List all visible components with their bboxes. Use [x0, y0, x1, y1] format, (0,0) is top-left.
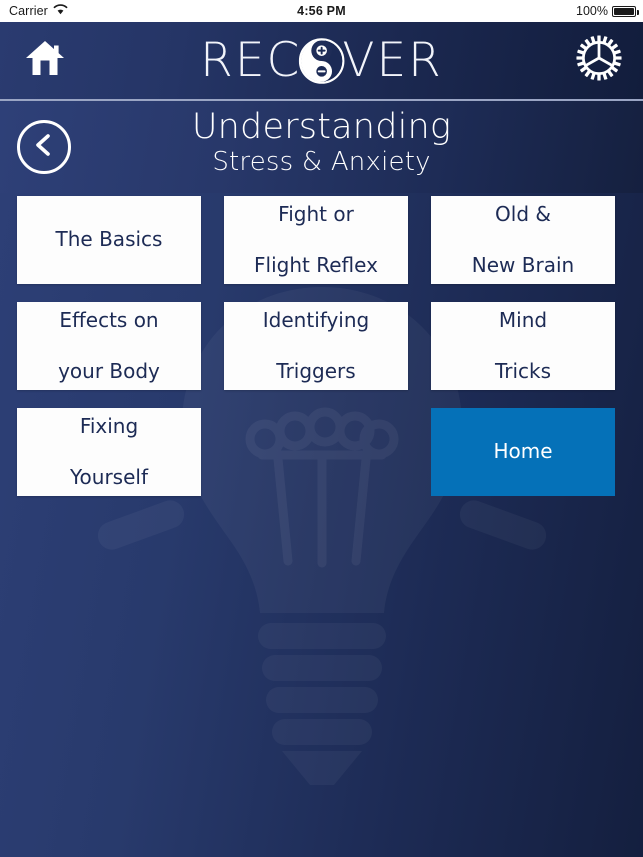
- app-logo: REC VER: [200, 32, 443, 90]
- menu-tile-empty-slot: [224, 408, 408, 496]
- home-icon: [24, 38, 66, 83]
- menu-tile-old-and-new-brain[interactable]: Old & New Brain: [431, 196, 615, 284]
- tile-line-1: Fixing: [79, 413, 139, 438]
- tile-line-1: Fight or: [278, 201, 354, 226]
- settings-button[interactable]: [575, 35, 623, 86]
- menu-tile-fight-or-flight-reflex[interactable]: Fight or Flight Reflex: [224, 196, 408, 284]
- home-icon-button[interactable]: [22, 39, 68, 83]
- menu-tile-the-basics[interactable]: The Basics: [17, 196, 201, 284]
- gear-icon: [576, 35, 622, 86]
- page-title: Understanding: [191, 107, 452, 147]
- logo-text-suffix: VER: [342, 33, 443, 88]
- tile-line-1: Mind: [498, 307, 548, 332]
- logo-text-prefix: REC: [200, 33, 302, 88]
- page-content: The Basics Fight or Flight Reflex Old & …: [0, 193, 643, 857]
- tile-line-1: Identifying: [262, 307, 370, 332]
- tile-line-1: Effects on: [59, 307, 159, 332]
- battery-percent-label: 100%: [576, 4, 608, 18]
- tile-line-2: Yourself: [69, 464, 149, 489]
- menu-tile-fixing-yourself[interactable]: Fixing Yourself: [17, 408, 201, 496]
- tile-line-2: Tricks: [494, 358, 552, 383]
- tile-line-2: your Body: [58, 358, 160, 383]
- menu-tile-mind-tricks[interactable]: Mind Tricks: [431, 302, 615, 390]
- tile-line-2: New Brain: [471, 252, 575, 277]
- yin-yang-plus-minus-icon: [298, 37, 345, 84]
- status-bar-right: 100%: [576, 4, 639, 18]
- menu-tile-home[interactable]: Home: [431, 408, 615, 496]
- page-subtitle: Stress & Anxiety: [212, 147, 431, 178]
- menu-tile-effects-on-your-body[interactable]: Effects on your Body: [17, 302, 201, 390]
- battery-full-icon: [612, 5, 639, 17]
- page-header: Understanding Stress & Anxiety: [0, 101, 643, 193]
- ios-status-bar: Carrier 4:56 PM 100%: [0, 0, 643, 22]
- page-title-block: Understanding Stress & Anxiety: [0, 107, 643, 177]
- menu-tile-identifying-triggers[interactable]: Identifying Triggers: [224, 302, 408, 390]
- clock-label: 4:56 PM: [297, 4, 346, 18]
- tile-line-1: Old &: [495, 201, 551, 226]
- header-divider: [0, 99, 643, 101]
- menu-grid: The Basics Fight or Flight Reflex Old & …: [17, 196, 626, 496]
- app-root: Carrier 4:56 PM 100% REC VER Understandi…: [0, 0, 643, 857]
- tile-line-2: Triggers: [276, 358, 356, 383]
- tile-line-1: The Basics: [55, 227, 163, 252]
- tile-line-2: Flight Reflex: [254, 252, 378, 277]
- tile-line-1: Home: [493, 439, 553, 464]
- app-header-bar: REC VER: [0, 22, 643, 99]
